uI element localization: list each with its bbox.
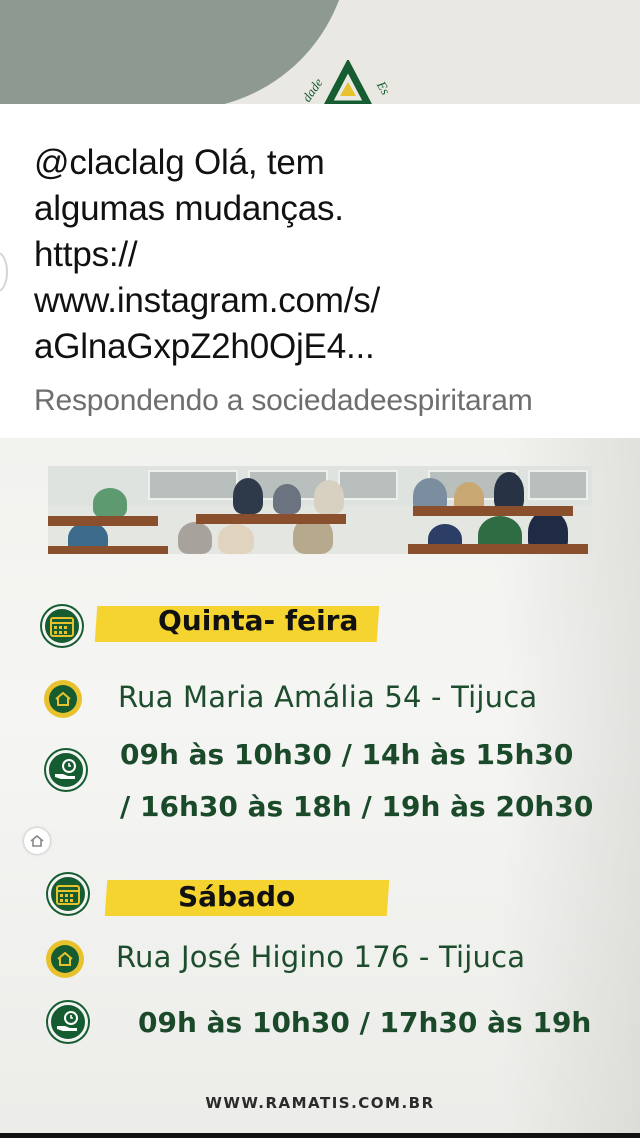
reply-line: algumas mudanças. [34,189,344,228]
home-icon [46,940,84,978]
calendar-icon [42,606,82,646]
calendar-icon [48,874,88,914]
reply-link-line[interactable]: aGlnaGxpZ2h0OjE4... [34,324,454,370]
reply-link-line[interactable]: www.instagram.com/s/ [34,278,454,324]
reply-message-card[interactable]: @claclalg Olá, tem algumas mudanças. htt… [0,104,640,438]
hand-clock-icon [46,750,86,790]
reply-link-line[interactable]: https:// [34,232,454,278]
story-background-top: dade Es [0,0,640,104]
address-thursday: Rua Maria Amália 54 - Tijuca [118,680,538,714]
avatar [0,252,8,292]
reply-message-text: @claclalg Olá, tem algumas mudanças. htt… [34,140,454,370]
story-post: Quinta- feira Rua Maria Amália 54 - Tiju… [0,438,640,1138]
hours-thursday-line2: / 16h30 às 18h / 19h às 20h30 [120,790,594,823]
day-label-saturday: Sábado [178,880,296,913]
website-url[interactable]: WWW.RAMATIS.COM.BR [0,1094,640,1112]
day-label-thursday: Quinta- feira [158,604,359,637]
home-button[interactable] [24,828,50,854]
hand-clock-icon [48,1002,88,1042]
hours-saturday: 09h às 10h30 / 17h30 às 19h [138,1006,592,1039]
svg-text:Es: Es [373,78,393,98]
address-saturday: Rua José Higino 176 - Tijuca [116,940,526,974]
hours-thursday-line1: 09h às 10h30 / 14h às 15h30 [120,738,574,771]
society-logo: dade Es [300,60,393,104]
replying-to-label: Respondendo a sociedadeespiritaram [34,384,533,417]
svg-text:dade: dade [300,75,326,104]
background-shape [0,0,350,104]
bottom-bar [0,1133,640,1138]
audience-photo [48,466,592,554]
reply-line: @claclalg Olá, tem [34,143,325,182]
home-icon [44,680,82,718]
